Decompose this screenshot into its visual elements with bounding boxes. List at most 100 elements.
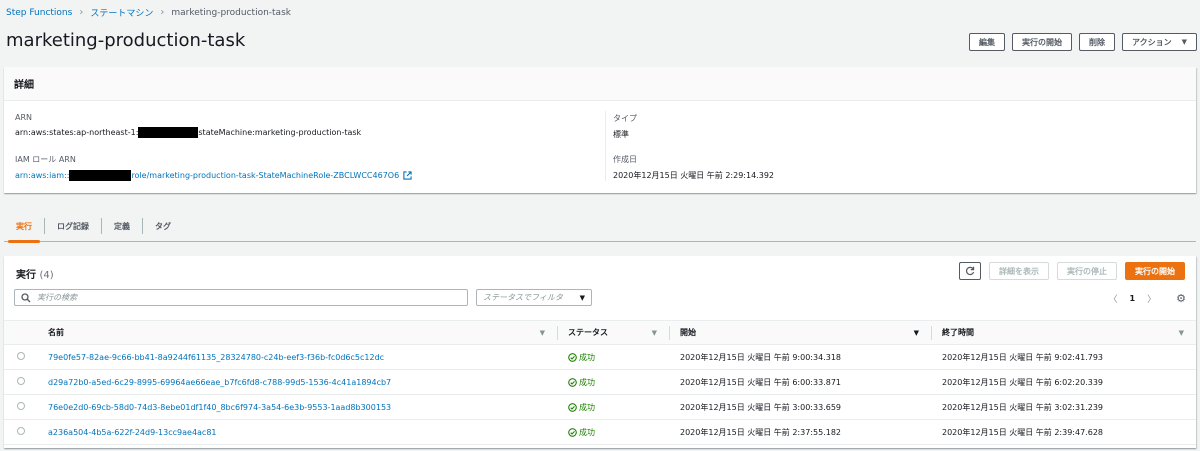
tab-definition[interactable]: 定義 bbox=[102, 210, 142, 242]
execution-link[interactable]: 76e0e2d0-69cb-58d0-74d3-8ebe01df1f40_8bc… bbox=[48, 403, 391, 412]
end-cell: 2020年12月15日 火曜日 午前 2:39:47.628 bbox=[932, 419, 1196, 445]
status-filter-placeholder: ステータスでフィルタ bbox=[483, 293, 563, 302]
select-column-header bbox=[4, 320, 38, 345]
check-circle-icon bbox=[568, 402, 577, 412]
refresh-button[interactable] bbox=[959, 262, 981, 280]
iam-prefix: arn:aws:iam:: bbox=[15, 171, 70, 180]
check-circle-icon bbox=[568, 377, 577, 387]
status-badge: 成功 bbox=[568, 427, 660, 438]
name-cell: d29a72b0-a5ed-6c29-8995-69964ae66eae_b7f… bbox=[38, 369, 558, 395]
executions-count: (4) bbox=[39, 270, 54, 281]
page-title: marketing-production-task bbox=[6, 30, 246, 51]
name-cell: 79e0fe57-82ae-9c66-bb41-8a9244f61135_283… bbox=[38, 344, 558, 370]
sort-icon: ▼ bbox=[539, 328, 545, 337]
search-input[interactable]: 実行の検索 bbox=[14, 289, 468, 306]
end-cell: 2020年12月15日 火曜日 午前 9:02:41.793 bbox=[932, 344, 1196, 370]
iam-role-label: IAM ロール ARN bbox=[15, 155, 76, 164]
search-icon bbox=[21, 292, 31, 302]
stop-execution-button[interactable]: 実行の停止 bbox=[1057, 262, 1117, 280]
details-panel: 詳細 ARN arn:aws:states:ap-northeast-1: sta… bbox=[4, 67, 1196, 193]
chevron-right-icon: › bbox=[160, 7, 165, 18]
arn-label: ARN bbox=[15, 113, 33, 122]
row-select-cell bbox=[4, 394, 38, 420]
header-actions: 編集 実行の開始 削除 アクション ▼ bbox=[969, 33, 1197, 51]
type-value: 標準 bbox=[613, 130, 629, 139]
name-cell: a236a504-4b5a-622f-24d9-13cc9ae4ac81 bbox=[38, 419, 558, 445]
details-heading: 詳細 bbox=[4, 67, 1196, 101]
status-text: 成功 bbox=[579, 352, 595, 362]
pagination: 〈 1 〉 ⚙ bbox=[1109, 292, 1186, 305]
status-badge: 成功 bbox=[568, 352, 660, 363]
table-row: a236a504-4b5a-622f-24d9-13cc9ae4ac81 成功 … bbox=[4, 419, 1196, 445]
status-filter-select[interactable]: ステータスでフィルタ ▼ bbox=[476, 289, 592, 306]
caret-down-icon: ▼ bbox=[1181, 38, 1187, 46]
executions-table: 名前 ▼ ステータス ▼ 開始 ▼ 終了時間 ▼ 79e0fe57-82ae-9c66-… bbox=[4, 320, 1196, 445]
caret-down-icon: ▼ bbox=[579, 293, 585, 302]
row-radio[interactable] bbox=[17, 402, 25, 410]
redaction-block bbox=[138, 127, 199, 138]
sort-icon: ▼ bbox=[913, 328, 919, 337]
actions-label: アクション bbox=[1132, 37, 1172, 47]
view-details-button[interactable]: 詳細を表示 bbox=[989, 262, 1049, 280]
status-text: 成功 bbox=[579, 402, 595, 412]
start-execution-button[interactable]: 実行の開始 bbox=[1012, 33, 1072, 51]
prev-page-icon[interactable]: 〈 bbox=[1109, 292, 1118, 305]
column-header-status[interactable]: ステータス ▼ bbox=[558, 320, 670, 345]
execution-link[interactable]: a236a504-4b5a-622f-24d9-13cc9ae4ac81 bbox=[48, 428, 217, 437]
breadcrumb: Step Functions › ステートマシン › marketing-pro… bbox=[6, 6, 291, 19]
iam-role-field: IAM ロール ARN arn:aws:iam:: role/marketing-… bbox=[15, 154, 412, 181]
page-number[interactable]: 1 bbox=[1130, 294, 1136, 303]
edit-button[interactable]: 編集 bbox=[969, 33, 1005, 51]
row-radio[interactable] bbox=[17, 377, 25, 385]
execution-link[interactable]: d29a72b0-a5ed-6c29-8995-69964ae66eae_b7f… bbox=[48, 378, 391, 387]
executions-heading: 実行 (4) bbox=[16, 266, 54, 281]
executions-actions: 詳細を表示 実行の停止 実行の開始 bbox=[959, 262, 1185, 280]
next-page-icon[interactable]: 〉 bbox=[1147, 292, 1156, 305]
check-circle-icon bbox=[568, 427, 577, 437]
status-text: 成功 bbox=[579, 377, 595, 387]
status-badge: 成功 bbox=[568, 402, 660, 413]
iam-role-link[interactable]: arn:aws:iam:: role/marketing-production-t… bbox=[15, 170, 412, 181]
start-cell: 2020年12月15日 火曜日 午前 2:37:55.182 bbox=[670, 419, 932, 445]
end-cell: 2020年12月15日 火曜日 午前 3:02:31.239 bbox=[932, 394, 1196, 420]
external-link-icon bbox=[403, 171, 412, 180]
actions-dropdown[interactable]: アクション ▼ bbox=[1122, 33, 1197, 51]
gear-icon[interactable]: ⚙ bbox=[1176, 292, 1186, 305]
execution-link[interactable]: 79e0fe57-82ae-9c66-bb41-8a9244f61135_283… bbox=[48, 353, 384, 362]
delete-button[interactable]: 削除 bbox=[1079, 33, 1115, 51]
table-row: 79e0fe57-82ae-9c66-bb41-8a9244f61135_283… bbox=[4, 344, 1196, 370]
end-cell: 2020年12月15日 火曜日 午前 6:02:20.339 bbox=[932, 369, 1196, 395]
type-label: タイプ bbox=[613, 114, 637, 123]
executions-panel: 実行 (4) 詳細を表示 実行の停止 実行の開始 実行の検索 ステータスでフィル… bbox=[4, 256, 1196, 448]
status-text: 成功 bbox=[579, 427, 595, 437]
arn-prefix: arn:aws:states:ap-northeast-1: bbox=[15, 128, 139, 137]
tab-executions[interactable]: 実行 bbox=[4, 210, 44, 243]
status-badge: 成功 bbox=[568, 377, 660, 388]
column-header-start[interactable]: 開始 ▼ bbox=[670, 320, 932, 345]
type-field: タイプ 標準 bbox=[613, 113, 637, 140]
status-cell: 成功 bbox=[558, 344, 670, 370]
start-cell: 2020年12月15日 火曜日 午前 3:00:33.659 bbox=[670, 394, 932, 420]
breadcrumb-current: marketing-production-task bbox=[171, 7, 291, 18]
row-radio[interactable] bbox=[17, 427, 25, 435]
row-select-cell bbox=[4, 369, 38, 395]
arn-suffix: stateMachine:marketing-production-task bbox=[198, 128, 362, 137]
start-execution-primary-button[interactable]: 実行の開始 bbox=[1125, 262, 1185, 280]
arn-field: ARN arn:aws:states:ap-northeast-1: stateM… bbox=[15, 113, 361, 138]
tab-logging[interactable]: ログ記録 bbox=[45, 210, 101, 242]
sort-icon: ▼ bbox=[651, 328, 657, 337]
created-value: 2020年12月15日 火曜日 午前 2:29:14.392 bbox=[613, 171, 774, 180]
tab-bar: 実行 ログ記録 定義 タグ bbox=[4, 210, 1196, 243]
sort-icon: ▼ bbox=[1178, 328, 1184, 337]
refresh-icon bbox=[965, 266, 975, 276]
redaction-block bbox=[69, 170, 132, 181]
breadcrumb-state-machines[interactable]: ステートマシン bbox=[90, 6, 153, 19]
breadcrumb-step-functions[interactable]: Step Functions bbox=[6, 8, 72, 18]
tab-tags[interactable]: タグ bbox=[143, 210, 183, 242]
column-header-name[interactable]: 名前 ▼ bbox=[38, 320, 558, 345]
created-field: 作成日 2020年12月15日 火曜日 午前 2:29:14.392 bbox=[613, 154, 774, 181]
start-cell: 2020年12月15日 火曜日 午前 9:00:34.318 bbox=[670, 344, 932, 370]
column-header-end[interactable]: 終了時間 ▼ bbox=[932, 320, 1196, 345]
row-radio[interactable] bbox=[17, 352, 25, 360]
iam-suffix: role/marketing-production-task-StateMach… bbox=[131, 171, 400, 180]
